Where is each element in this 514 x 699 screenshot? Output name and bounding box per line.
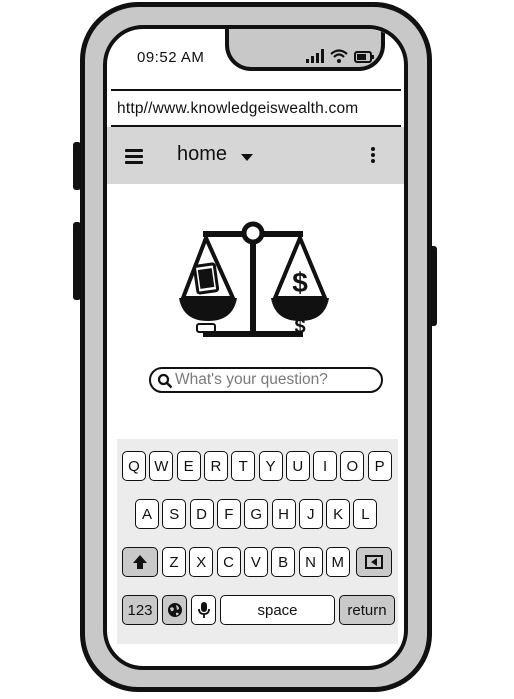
status-icons <box>306 49 374 63</box>
backspace-icon <box>365 555 383 569</box>
key-g[interactable]: G <box>244 499 269 529</box>
wifi-icon <box>330 49 348 63</box>
key-h[interactable]: H <box>271 499 296 529</box>
url-text[interactable]: http//www.knowledgeiswealth.com <box>117 100 358 118</box>
globe-icon <box>167 603 182 617</box>
key-a[interactable]: A <box>135 499 159 529</box>
numbers-key[interactable]: 123 <box>122 595 158 625</box>
key-k[interactable]: K <box>326 499 351 529</box>
signal-icon <box>306 49 324 63</box>
more-options-icon[interactable] <box>371 147 375 165</box>
key-n[interactable]: N <box>298 547 323 577</box>
hamburger-menu-icon[interactable] <box>125 149 143 164</box>
key-f[interactable]: F <box>216 499 241 529</box>
address-bar[interactable]: http//www.knowledgeiswealth.com <box>111 89 401 127</box>
key-z[interactable]: Z <box>162 547 186 577</box>
phone-side-button-right <box>429 246 437 326</box>
key-y[interactable]: Y <box>258 451 283 481</box>
globe-key[interactable] <box>162 595 187 625</box>
scale-logo: $ $ <box>179 221 329 338</box>
backspace-key[interactable] <box>356 547 392 577</box>
svg-text:$: $ <box>294 316 305 338</box>
key-b[interactable]: B <box>271 547 296 577</box>
nav-title-dropdown[interactable]: home <box>177 143 227 166</box>
key-d[interactable]: D <box>189 499 214 529</box>
key-o[interactable]: O <box>340 451 365 481</box>
key-x[interactable]: X <box>189 547 214 577</box>
keyboard: QWERTYUIOP ASDFGHJKL ZXCVBNM 123 space r… <box>117 439 398 644</box>
shift-key[interactable] <box>122 547 158 577</box>
nav-bar: home <box>107 127 404 184</box>
phone-notch <box>225 29 385 71</box>
microphone-key[interactable] <box>191 595 216 625</box>
status-time: 09:52 AM <box>137 49 205 66</box>
phone-side-button-left-lower <box>73 222 81 300</box>
key-i[interactable]: I <box>313 451 338 481</box>
phone-screen: 09:52 AM http//www.knowledgeiswealth.com… <box>103 25 408 670</box>
space-key[interactable]: space <box>220 595 335 625</box>
key-u[interactable]: U <box>285 451 310 481</box>
battery-icon <box>354 51 374 63</box>
key-r[interactable]: R <box>203 451 228 481</box>
phone-side-button-left <box>73 142 81 190</box>
return-key[interactable]: return <box>339 595 395 625</box>
search-input[interactable] <box>175 370 375 390</box>
key-e[interactable]: E <box>176 451 201 481</box>
search-icon <box>157 373 173 389</box>
key-q[interactable]: Q <box>122 451 146 481</box>
key-s[interactable]: S <box>162 499 187 529</box>
dollar-icon: $ <box>292 267 308 298</box>
key-p[interactable]: P <box>367 451 392 481</box>
key-w[interactable]: W <box>149 451 174 481</box>
shift-arrow-icon <box>133 555 147 569</box>
key-l[interactable]: L <box>353 499 378 529</box>
search-bar[interactable] <box>149 367 383 393</box>
key-t[interactable]: T <box>231 451 256 481</box>
key-j[interactable]: J <box>298 499 323 529</box>
key-c[interactable]: C <box>216 547 241 577</box>
chevron-down-icon[interactable] <box>241 154 253 161</box>
key-v[interactable]: V <box>243 547 268 577</box>
key-m[interactable]: M <box>325 547 350 577</box>
microphone-icon <box>197 602 210 618</box>
